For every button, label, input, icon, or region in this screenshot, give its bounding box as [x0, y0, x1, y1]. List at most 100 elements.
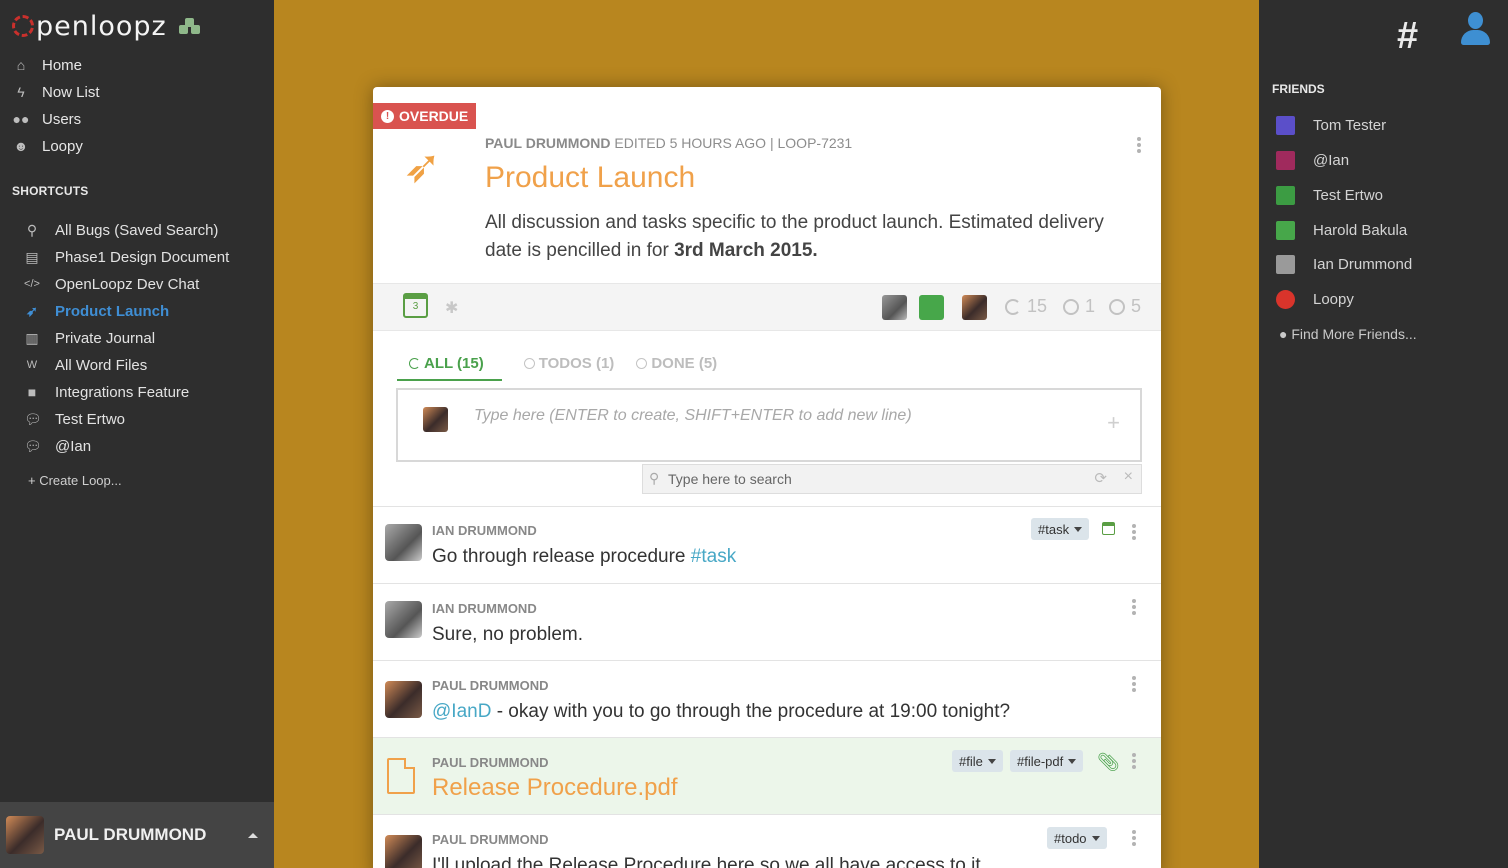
message-menu-icon[interactable]: [1132, 599, 1136, 617]
check-circle-icon: [1109, 298, 1125, 315]
avatar: [1276, 185, 1295, 205]
friend-ian[interactable]: @Ian: [1276, 150, 1349, 170]
shortcut-label: All Word Files: [55, 356, 148, 374]
find-more-friends-link[interactable]: ● Find More Friends...: [1279, 326, 1417, 342]
shortcut-ian[interactable]: 💬︎ @Ian: [24, 435, 91, 457]
file-link[interactable]: Release Procedure.pdf: [432, 774, 677, 802]
left-sidebar: penloopz ⌂ Home ϟ Now List ●● Users ☻ Lo…: [0, 0, 274, 868]
friend-name: Ian Drummond: [1313, 255, 1413, 273]
users-icon: ●●: [12, 111, 30, 127]
create-loop-link[interactable]: + Create Loop...: [28, 473, 122, 488]
compose-box[interactable]: Type here (ENTER to create, SHIFT+ENTER …: [396, 388, 1142, 462]
shortcut-phase1-design[interactable]: ▤ Phase1 Design Document: [24, 246, 229, 268]
friend-loopy[interactable]: Loopy: [1276, 289, 1354, 309]
nav-now-list[interactable]: ϟ Now List: [12, 81, 100, 103]
users-icon: ●: [1279, 326, 1288, 342]
shortcut-dev-chat[interactable]: </> OpenLoopz Dev Chat: [24, 273, 199, 295]
message-menu-icon[interactable]: [1132, 830, 1136, 848]
search-icon: ⚲: [649, 470, 660, 486]
shortcut-word-files[interactable]: W All Word Files: [24, 354, 147, 376]
shortcut-test-ertwo[interactable]: 💬︎ Test Ertwo: [24, 408, 125, 430]
code-icon: </>: [24, 278, 40, 290]
loop-id: LOOP-7231: [777, 135, 853, 151]
calendar-icon[interactable]: 3: [403, 293, 428, 318]
avatar[interactable]: [962, 295, 987, 320]
hashtag-icon[interactable]: #: [1397, 15, 1418, 58]
shortcut-label: Private Journal: [55, 329, 156, 347]
friend-tom-tester[interactable]: Tom Tester: [1276, 115, 1386, 135]
shortcut-private-journal[interactable]: ▥ Private Journal: [24, 327, 155, 349]
message-menu-icon[interactable]: [1132, 753, 1136, 771]
paperclip-icon[interactable]: 📎︎: [1097, 752, 1120, 773]
current-user-name: PAUL DRUMMOND: [54, 825, 207, 844]
check-circle-icon: [636, 358, 648, 369]
stat-all-count: 15: [1027, 296, 1048, 316]
message-author: PAUL DRUMMOND: [432, 832, 549, 847]
friend-harold-bakula[interactable]: Harold Bakula: [1276, 220, 1407, 240]
avatar: [385, 835, 422, 868]
search-input[interactable]: ⚲ Type here to search ⟳ ×: [642, 464, 1142, 494]
tag-label: #file-pdf: [1017, 753, 1064, 769]
word-file-icon: W: [26, 359, 38, 371]
message-menu-icon[interactable]: [1132, 676, 1136, 694]
nav-home[interactable]: ⌂ Home: [12, 54, 82, 76]
bolt-icon: ϟ: [17, 84, 25, 100]
circle-icon: [1063, 298, 1079, 315]
nav-users[interactable]: ●● Users: [12, 108, 82, 130]
shortcut-label: Phase1 Design Document: [55, 248, 230, 266]
compose-input[interactable]: Type here (ENTER to create, SHIFT+ENTER …: [474, 407, 912, 425]
stat-done: 5: [1109, 296, 1141, 317]
shortcut-integrations[interactable]: ■ Integrations Feature: [24, 381, 189, 403]
shortcut-label: Product Launch: [55, 302, 170, 320]
nav-now-list-label: Now List: [42, 83, 100, 101]
tab-done[interactable]: DONE (5): [636, 347, 717, 381]
search-icon: ⚲: [26, 221, 38, 238]
friend-test-ertwo[interactable]: Test Ertwo: [1276, 185, 1383, 205]
tab-all[interactable]: ALL (15): [397, 347, 502, 381]
hashtag-link[interactable]: #task: [691, 546, 736, 567]
close-icon[interactable]: ×: [1124, 468, 1133, 486]
overdue-label: OVERDUE: [399, 108, 469, 124]
avatar: [1276, 289, 1295, 309]
nav-loopy[interactable]: ☻ Loopy: [12, 135, 83, 157]
openloopz-logo[interactable]: penloopz: [12, 10, 201, 42]
refresh-icon[interactable]: ⟳: [1094, 469, 1107, 487]
plus-icon: +: [28, 473, 36, 488]
mention-link[interactable]: @IanD: [432, 701, 491, 722]
nav-home-label: Home: [42, 56, 83, 74]
shortcut-label: OpenLoopz Dev Chat: [55, 275, 200, 293]
message-menu-icon[interactable]: [1132, 524, 1136, 542]
avatar[interactable]: [882, 295, 907, 320]
shortcut-all-bugs[interactable]: ⚲ All Bugs (Saved Search): [24, 219, 219, 241]
tab-done-label: DONE (5): [651, 355, 718, 372]
loop-menu-icon[interactable]: [1137, 137, 1141, 155]
list-item[interactable]: PAUL DRUMMOND @IanD - okay with you to g…: [373, 660, 1161, 738]
friend-name: Tom Tester: [1313, 116, 1387, 134]
friend-ian-drummond[interactable]: Ian Drummond: [1276, 254, 1412, 274]
tag-label: #task: [1038, 521, 1070, 537]
gear-icon[interactable]: ✱: [445, 298, 458, 318]
tag-badge[interactable]: #todo: [1047, 827, 1107, 849]
caret-up-icon[interactable]: [248, 832, 258, 838]
calendar-icon[interactable]: [1102, 522, 1115, 535]
user-profile-icon[interactable]: [1459, 12, 1491, 46]
message-author: IAN DRUMMOND: [432, 523, 537, 538]
list-item[interactable]: PAUL DRUMMOND Release Procedure.pdf #fil…: [373, 737, 1161, 815]
tag-badge[interactable]: #task: [1031, 518, 1090, 540]
tag-badge[interactable]: #file-pdf: [1010, 750, 1084, 772]
tab-todos[interactable]: TODOS (1): [523, 347, 614, 381]
list-item[interactable]: IAN DRUMMOND Sure, no problem.: [373, 583, 1161, 661]
message-text: I'll upload the Release Procedure here s…: [432, 855, 986, 868]
avatar: [385, 524, 422, 561]
tag-badge[interactable]: #file: [952, 750, 1003, 772]
create-loop-label: Create Loop...: [39, 473, 122, 488]
list-item[interactable]: PAUL DRUMMOND I'll upload the Release Pr…: [373, 814, 1161, 868]
shortcut-product-launch[interactable]: ➶ Product Launch: [24, 300, 169, 322]
avatar[interactable]: [919, 295, 944, 320]
avatar: [1276, 220, 1295, 240]
list-item[interactable]: IAN DRUMMOND Go through release procedur…: [373, 506, 1161, 584]
current-user-bar[interactable]: PAUL DRUMMOND: [0, 802, 274, 868]
plus-icon[interactable]: +: [1107, 410, 1120, 436]
avatar: [423, 407, 448, 432]
loop-author[interactable]: PAUL DRUMMOND: [485, 135, 610, 151]
